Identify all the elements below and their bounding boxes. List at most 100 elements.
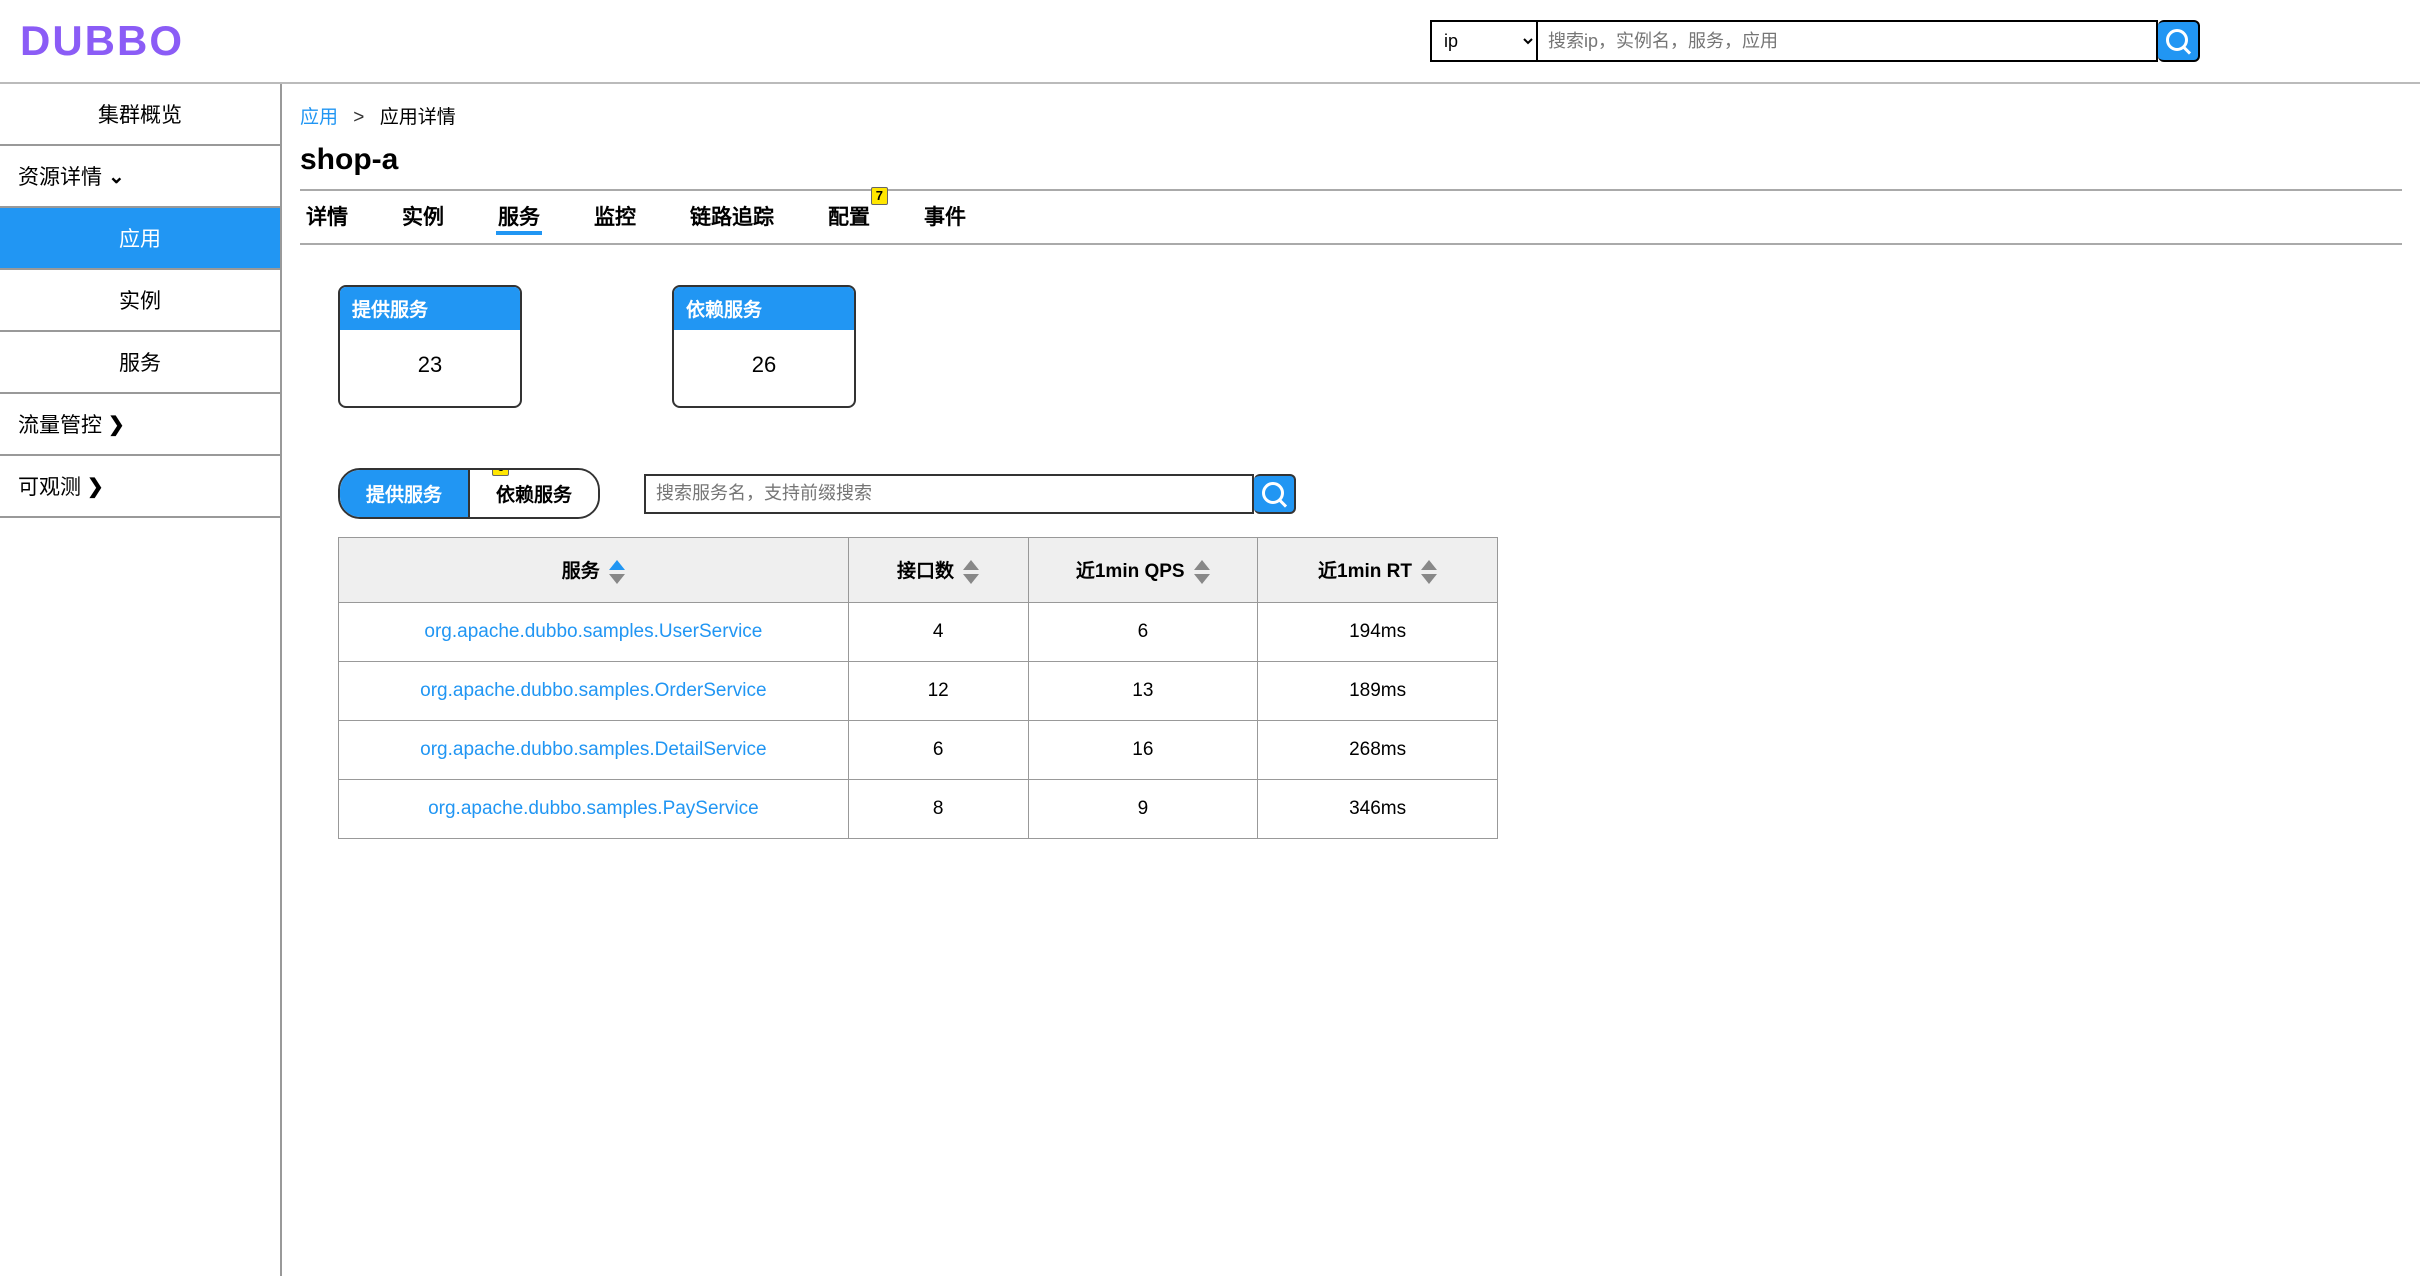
global-search-input[interactable] bbox=[1538, 20, 2158, 62]
tab-label: 详情 bbox=[306, 206, 348, 229]
sidebar-item-label: 应用 bbox=[119, 223, 161, 253]
service-search bbox=[644, 474, 1296, 514]
sort-icon bbox=[609, 560, 625, 584]
sidebar-item-label: 资源详情 bbox=[18, 161, 102, 191]
page-title: shop-a bbox=[300, 143, 2402, 177]
service-table-wrap: 服务 接口数 bbox=[338, 537, 2402, 839]
sort-up-icon bbox=[1421, 560, 1437, 570]
service-link[interactable]: org.apache.dubbo.samples.PayService bbox=[428, 798, 759, 819]
cell-qps: 6 bbox=[1028, 602, 1258, 661]
col-qps[interactable]: 近1min QPS bbox=[1028, 538, 1258, 603]
tab-label: 事件 bbox=[924, 206, 966, 229]
tab-5[interactable]: 配置7 bbox=[826, 201, 872, 235]
seg-badge: 6 bbox=[492, 468, 509, 476]
chevron-right-icon: ❯ bbox=[87, 474, 104, 499]
table-row: org.apache.dubbo.samples.UserService4619… bbox=[339, 602, 1498, 661]
cell-rt: 346ms bbox=[1258, 779, 1498, 838]
sidebar-item-2[interactable]: 应用 bbox=[0, 208, 280, 270]
tab-0[interactable]: 详情 bbox=[304, 201, 350, 235]
stat-card-provided-label: 提供服务 bbox=[340, 287, 520, 330]
stat-card-depended-label: 依赖服务 bbox=[674, 287, 854, 330]
service-link[interactable]: org.apache.dubbo.samples.OrderService bbox=[420, 680, 766, 701]
sidebar-item-0[interactable]: 集群概览 bbox=[0, 84, 280, 146]
breadcrumb: 应用 > 应用详情 bbox=[300, 102, 2402, 129]
breadcrumb-sep: > bbox=[353, 107, 364, 128]
chevron-right-icon: ❯ bbox=[108, 412, 125, 437]
service-search-button[interactable] bbox=[1254, 474, 1296, 514]
tab-6[interactable]: 事件 bbox=[922, 201, 968, 235]
sidebar-item-1[interactable]: 资源详情⌄ bbox=[0, 146, 280, 208]
service-table: 服务 接口数 bbox=[338, 537, 1498, 839]
cell-ifcount: 12 bbox=[848, 661, 1028, 720]
sort-icon bbox=[963, 560, 979, 584]
tab-1[interactable]: 实例 bbox=[400, 201, 446, 235]
sidebar-item-label: 流量管控 bbox=[18, 409, 102, 439]
segmented-control: 提供服务 依赖服务 6 bbox=[338, 468, 600, 519]
sidebar-item-5[interactable]: 流量管控❯ bbox=[0, 394, 280, 456]
sidebar-item-label: 集群概览 bbox=[98, 99, 182, 129]
tab-label: 服务 bbox=[498, 206, 540, 229]
cell-qps: 13 bbox=[1028, 661, 1258, 720]
sort-up-icon bbox=[609, 560, 625, 570]
search-icon bbox=[2165, 28, 2191, 54]
cell-rt: 189ms bbox=[1258, 661, 1498, 720]
tabs: 详情 实例 服务 监控 链路追踪 配置7 事件 bbox=[300, 189, 2402, 245]
sidebar-item-6[interactable]: 可观测❯ bbox=[0, 456, 280, 518]
filter-row: 提供服务 依赖服务 6 bbox=[338, 468, 2402, 519]
chevron-down-icon: ⌄ bbox=[108, 164, 125, 189]
service-link[interactable]: org.apache.dubbo.samples.UserService bbox=[424, 621, 762, 642]
cell-qps: 9 bbox=[1028, 779, 1258, 838]
stat-cards: 提供服务 23 依赖服务 26 bbox=[338, 285, 2402, 408]
tab-badge: 7 bbox=[871, 187, 888, 205]
sort-down-icon bbox=[609, 574, 625, 584]
sidebar: 集群概览资源详情⌄应用实例服务流量管控❯可观测❯ bbox=[0, 84, 282, 1276]
main-content: 应用 > 应用详情 shop-a 详情实例服务监控链路追踪配置7事件 提供服务 … bbox=[282, 84, 2420, 1276]
cell-ifcount: 6 bbox=[848, 720, 1028, 779]
cell-ifcount: 8 bbox=[848, 779, 1028, 838]
search-icon bbox=[1261, 481, 1287, 507]
sort-down-icon bbox=[963, 574, 979, 584]
breadcrumb-root[interactable]: 应用 bbox=[300, 107, 338, 128]
sidebar-item-label: 实例 bbox=[119, 285, 161, 315]
stat-card-provided-value: 23 bbox=[340, 330, 520, 406]
sidebar-item-4[interactable]: 服务 bbox=[0, 332, 280, 394]
table-row: org.apache.dubbo.samples.OrderService121… bbox=[339, 661, 1498, 720]
sidebar-item-3[interactable]: 实例 bbox=[0, 270, 280, 332]
col-ifcount[interactable]: 接口数 bbox=[848, 538, 1028, 603]
sort-icon bbox=[1421, 560, 1437, 584]
tab-3[interactable]: 监控 bbox=[592, 201, 638, 235]
seg-option-depended[interactable]: 依赖服务 bbox=[470, 470, 598, 517]
cell-service: org.apache.dubbo.samples.OrderService bbox=[339, 661, 849, 720]
sort-down-icon bbox=[1421, 574, 1437, 584]
header-search: ip bbox=[1430, 20, 2200, 62]
sidebar-item-label: 可观测 bbox=[18, 471, 81, 501]
sort-up-icon bbox=[963, 560, 979, 570]
stat-card-depended: 依赖服务 26 bbox=[672, 285, 856, 408]
tab-4[interactable]: 链路追踪 bbox=[688, 201, 776, 235]
global-search-button[interactable] bbox=[2158, 20, 2200, 62]
tab-label: 监控 bbox=[594, 206, 636, 229]
tab-2[interactable]: 服务 bbox=[496, 201, 542, 235]
col-rt[interactable]: 近1min RT bbox=[1258, 538, 1498, 603]
service-link[interactable]: org.apache.dubbo.samples.DetailService bbox=[420, 739, 766, 760]
sort-icon bbox=[1194, 560, 1210, 584]
stat-card-provided: 提供服务 23 bbox=[338, 285, 522, 408]
search-type-select[interactable]: ip bbox=[1430, 20, 1538, 62]
sidebar-item-label: 服务 bbox=[119, 347, 161, 377]
sort-up-icon bbox=[1194, 560, 1210, 570]
table-row: org.apache.dubbo.samples.DetailService 61… bbox=[339, 720, 1498, 779]
tab-label: 链路追踪 bbox=[690, 206, 774, 229]
cell-qps: 16 bbox=[1028, 720, 1258, 779]
logo: DUBBO bbox=[20, 17, 184, 65]
stat-card-depended-value: 26 bbox=[674, 330, 854, 406]
breadcrumb-current: 应用详情 bbox=[380, 107, 456, 128]
seg-option-provided[interactable]: 提供服务 bbox=[340, 470, 468, 517]
tab-label: 配置 bbox=[828, 206, 870, 229]
cell-service: org.apache.dubbo.samples.UserService bbox=[339, 602, 849, 661]
cell-service: org.apache.dubbo.samples.PayService bbox=[339, 779, 849, 838]
col-service[interactable]: 服务 bbox=[339, 538, 849, 603]
cell-rt: 268ms bbox=[1258, 720, 1498, 779]
table-row: org.apache.dubbo.samples.PayService 89346… bbox=[339, 779, 1498, 838]
cell-ifcount: 4 bbox=[848, 602, 1028, 661]
service-search-input[interactable] bbox=[644, 474, 1254, 514]
